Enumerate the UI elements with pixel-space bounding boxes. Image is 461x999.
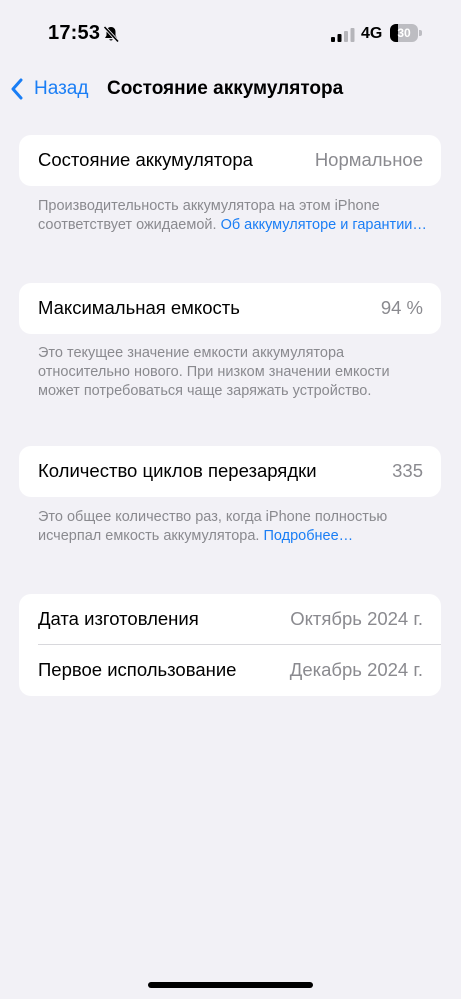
cycles-footer: Это общее количество раз, когда iPhone п… (38, 508, 433, 546)
manufacture-date-row: Дата изготовления Октябрь 2024 г. (19, 594, 441, 645)
back-button-label: Назад (34, 78, 89, 99)
chevron-left-icon (11, 78, 23, 100)
cycles-card: Количество циклов перезарядки 335 (19, 446, 441, 497)
battery-icon: 30 (390, 24, 422, 42)
battery-level: 30 (397, 26, 411, 40)
capacity-row: Максимальная емкость 94 % (19, 283, 441, 334)
bell-slash-icon (103, 25, 120, 43)
capacity-card: Максимальная емкость 94 % (19, 283, 441, 334)
capacity-footer: Это текущее значение емкости аккумулятор… (38, 345, 390, 399)
first-use-label: Первое использование (38, 659, 237, 680)
capacity-label: Максимальная емкость (38, 297, 240, 318)
health-label: Состояние аккумулятора (38, 149, 253, 170)
cellular-signal-icon (331, 28, 355, 42)
home-indicator (148, 982, 313, 988)
navigation-bar: Назад Состояние аккумулятора (0, 68, 461, 110)
battery-warranty-link[interactable]: Об аккумуляторе и гарантии… (221, 217, 427, 233)
cycles-value: 335 (392, 460, 423, 481)
back-button[interactable]: Назад (10, 76, 88, 102)
health-value: Нормальное (314, 149, 423, 170)
capacity-value: 94 % (380, 297, 423, 318)
first-use-value: Декабрь 2024 г. (289, 659, 423, 680)
health-card: Состояние аккумулятора Нормальное (19, 135, 441, 186)
status-time: 17:53 (48, 22, 101, 44)
cycles-label: Количество циклов перезарядки (38, 460, 317, 481)
health-row[interactable]: Состояние аккумулятора Нормальное (19, 135, 441, 186)
manufacture-date-value: Октябрь 2024 г. (290, 608, 423, 629)
first-use-row: Первое использование Декабрь 2024 г. (19, 645, 441, 696)
network-type: 4G (361, 25, 383, 42)
manufacture-date-label: Дата изготовления (38, 608, 199, 629)
status-bar: 17:53 4G 30 (0, 0, 461, 64)
page-title: Состояние аккумулятора (107, 78, 344, 99)
cycles-row: Количество циклов перезарядки 335 (19, 446, 441, 497)
more-info-link[interactable]: Подробнее… (263, 528, 353, 544)
health-footer: Производительность аккумулятора на этом … (38, 197, 433, 235)
dates-card: Дата изготовления Октябрь 2024 г. Первое… (19, 594, 441, 696)
